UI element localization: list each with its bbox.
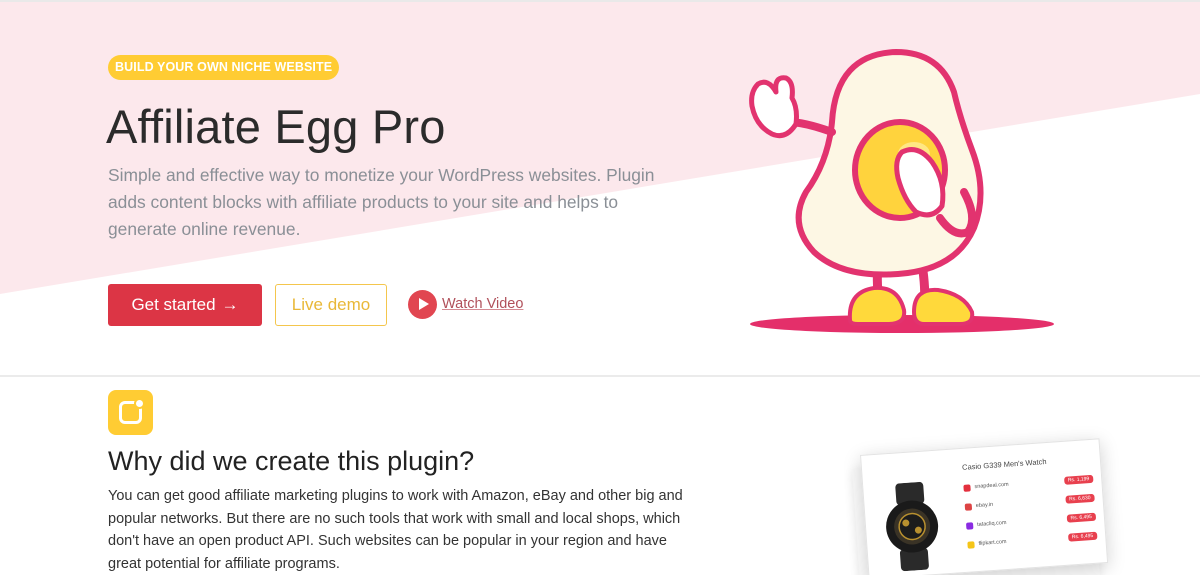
shop-name: snapdeal.com <box>974 481 1009 491</box>
watch-video-label[interactable]: Watch Video <box>442 296 523 312</box>
notification-icon <box>108 390 153 435</box>
section-title: Why did we create this plugin? <box>108 446 475 476</box>
product-card: Casio G339 Men's Watch snapdeal.com Rs. … <box>860 438 1109 575</box>
shop-row: flipkart.com Rs. 6,495 <box>967 530 1098 551</box>
shop-row: snapdeal.com Rs. 1,199 <box>963 473 1094 494</box>
mascot-right-shoe <box>911 287 975 326</box>
watch-image <box>886 481 939 572</box>
shop-price: Rs. 6,495 <box>1067 531 1098 542</box>
shop-logo <box>965 521 974 530</box>
mascot-left-shoe <box>847 285 907 326</box>
page-title: Affiliate Egg Pro <box>106 100 446 153</box>
arrow-right-icon: → <box>221 295 239 314</box>
mascot-left-glove <box>749 75 799 139</box>
shop-price: Rs. 6,630 <box>1064 493 1095 504</box>
section-text: You can get good affiliate marketing plu… <box>108 488 683 572</box>
shop-name: ebay.in <box>975 501 994 510</box>
shop-price: Rs. 6,495 <box>1066 512 1097 523</box>
product-preview-cards: Casio G339 Men's Watch snapdeal.com Rs. … <box>840 438 1109 575</box>
product-card-title: Casio G339 Men's Watch <box>961 457 1047 472</box>
shop-row: tatacliq.com Rs. 6,495 <box>965 511 1097 532</box>
shop-logo <box>963 483 971 492</box>
get-started-button[interactable]: Get started → <box>108 284 262 326</box>
hero-section: BUILD YOUR OWN NICHE WEBSITE Affiliate E… <box>0 0 1200 376</box>
get-started-label: Get started <box>131 295 216 314</box>
egg-mascot-illustration <box>749 49 1054 333</box>
section-divider <box>0 375 1200 377</box>
shop-price: Rs. 1,199 <box>1063 474 1094 485</box>
shop-logo <box>967 540 975 549</box>
hero-description: Simple and effective way to monetize you… <box>108 165 655 239</box>
niche-badge: BUILD YOUR OWN NICHE WEBSITE <box>108 55 340 80</box>
watch-video-link[interactable]: Watch Video <box>408 289 523 319</box>
shop-name: tatacliq.com <box>976 519 1007 528</box>
play-icon[interactable] <box>408 289 437 319</box>
shop-row: ebay.in Rs. 6,630 <box>964 492 1095 513</box>
shop-name: flipkart.com <box>978 538 1007 547</box>
live-demo-button[interactable]: Live demo <box>275 284 387 326</box>
notification-icon-dot <box>134 398 145 409</box>
shop-logo <box>964 502 973 511</box>
